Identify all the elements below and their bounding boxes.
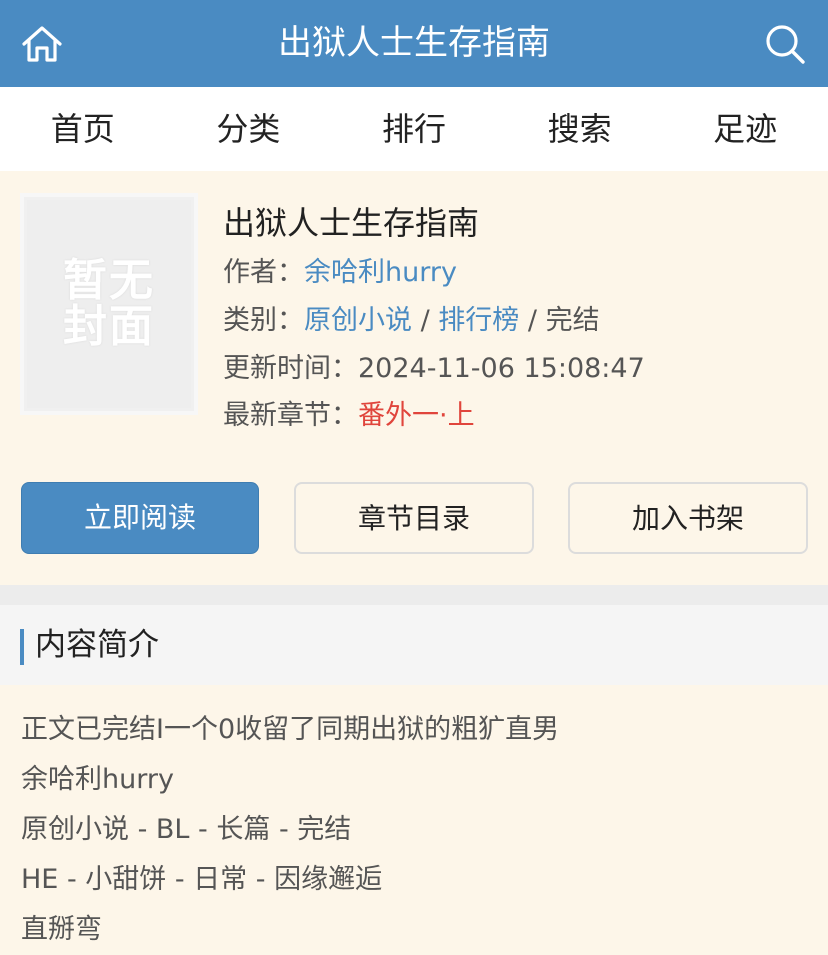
section-divider	[0, 585, 828, 605]
chapter-list-button[interactable]: 章节目录	[294, 482, 534, 554]
updated-time: 2024-11-06 15:08:47	[358, 353, 645, 384]
nav-history[interactable]: 足迹	[662, 87, 828, 171]
author-link[interactable]: 余哈利hurry	[304, 257, 457, 288]
updated-row: 更新时间：2024-11-06 15:08:47	[223, 346, 645, 385]
category-label: 类别：	[223, 305, 304, 336]
latest-label: 最新章节：	[223, 400, 358, 431]
latest-row: 最新章节：番外一·上	[223, 393, 475, 432]
page-title: 出狱人士生存指南	[278, 23, 550, 63]
author-label: 作者：	[223, 257, 304, 288]
read-now-button[interactable]: 立即阅读	[21, 482, 259, 554]
section-title: 内容简介	[35, 627, 159, 663]
updated-label: 更新时间：	[223, 353, 358, 384]
book-cover[interactable]: 暂无封面	[20, 193, 198, 415]
separator: /	[527, 305, 537, 336]
search-icon[interactable]	[763, 22, 807, 66]
book-title: 出狱人士生存指南	[223, 204, 480, 242]
intro-line: 直掰弯	[21, 914, 102, 945]
intro-line: 正文已完结I一个0收留了同期出狱的粗犷直男	[21, 714, 560, 745]
rank-link[interactable]: 排行榜	[438, 305, 519, 336]
nav-home[interactable]: 首页	[0, 87, 166, 171]
cover-placeholder-text: 暂无封面	[63, 255, 155, 352]
intro-line: HE - 小甜饼 - 日常 - 因缘邂逅	[21, 864, 383, 895]
intro-line: 余哈利hurry	[21, 764, 174, 795]
nav-category[interactable]: 分类	[166, 87, 332, 171]
separator: /	[420, 305, 430, 336]
nav-search[interactable]: 搜索	[497, 87, 663, 171]
nav-ranking[interactable]: 排行	[331, 87, 497, 171]
author-row: 作者：余哈利hurry	[223, 250, 457, 289]
category-row: 类别：原创小说 / 排行榜 / 完结	[223, 298, 600, 337]
intro-content: 正文已完结I一个0收留了同期出狱的粗犷直男 余哈利hurry 原创小说 - BL…	[0, 685, 828, 953]
top-bar: 出狱人士生存指南	[0, 0, 828, 87]
status-text: 完结	[545, 305, 600, 336]
intro-line: 原创小说 - BL - 长篇 - 完结	[21, 814, 352, 845]
section-accent-bar	[20, 629, 24, 665]
latest-chapter-link[interactable]: 番外一·上	[358, 400, 475, 431]
category-link[interactable]: 原创小说	[304, 305, 412, 336]
add-to-shelf-button[interactable]: 加入书架	[568, 482, 808, 554]
main-nav: 首页 分类 排行 搜索 足迹	[0, 87, 828, 171]
intro-header: 内容简介	[0, 605, 828, 685]
